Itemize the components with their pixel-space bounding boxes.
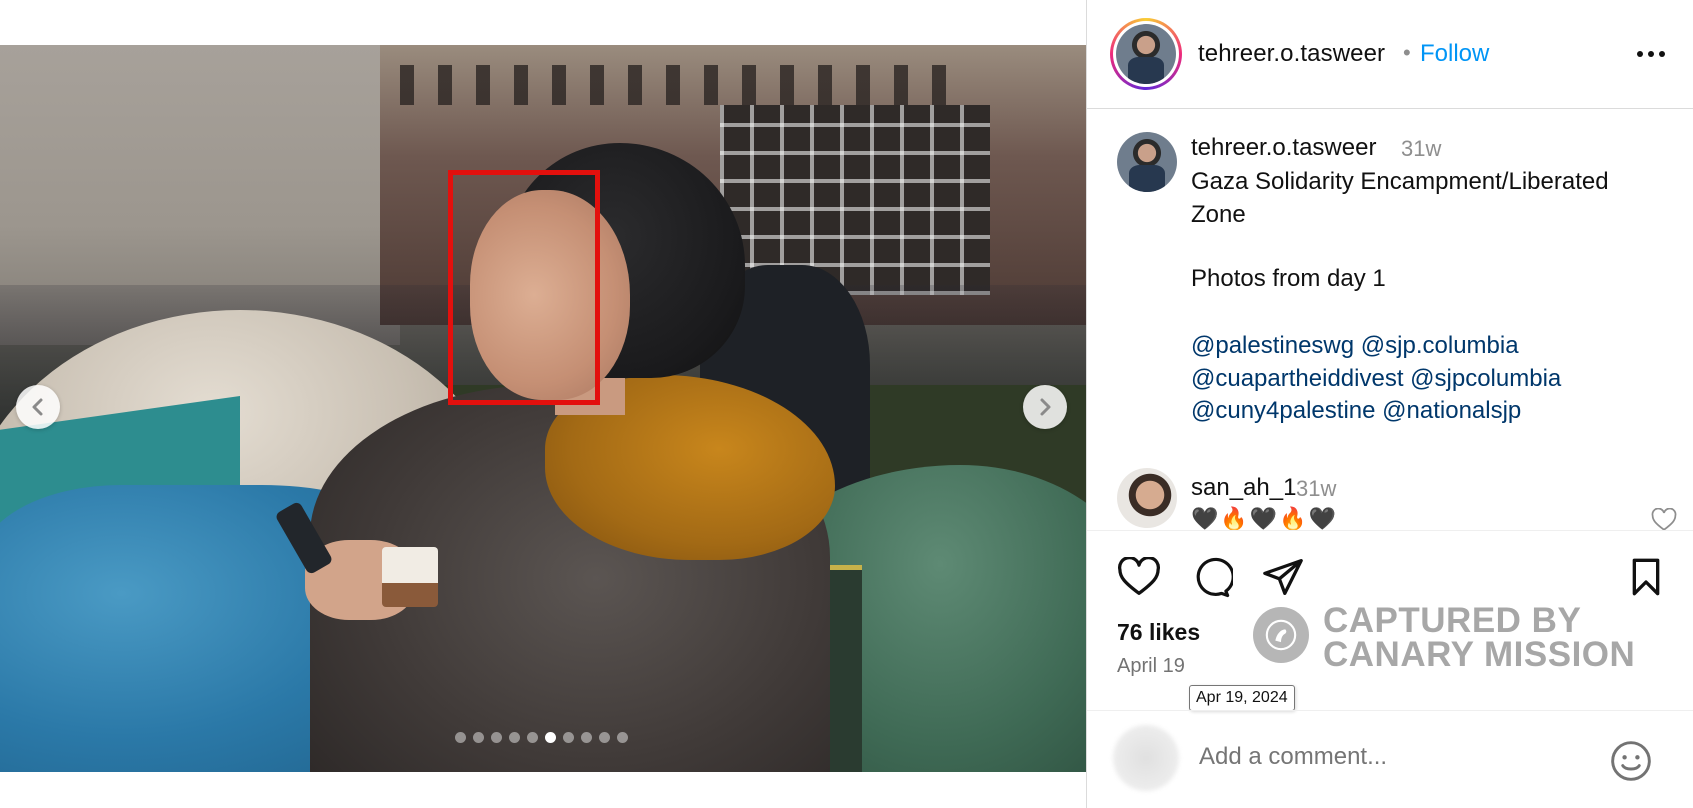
- caption-username[interactable]: tehreer.o.tasweer: [1191, 134, 1376, 162]
- caption-mentions: @palestineswg @sjp.columbia @cuapartheid…: [1191, 330, 1661, 428]
- carousel-dot: [581, 732, 592, 743]
- carousel-dot: [545, 732, 556, 743]
- author-avatar: [1116, 24, 1176, 84]
- comment-text: 🖤🔥🖤🔥🖤: [1191, 506, 1338, 530]
- caption-line: Photos from day 1: [1191, 265, 1386, 292]
- likes-count[interactable]: 76 likes: [1117, 619, 1200, 646]
- mention-link[interactable]: @cuapartheiddivest: [1191, 365, 1403, 392]
- commenter-avatar[interactable]: [1117, 468, 1177, 528]
- carousel-dot: [617, 732, 628, 743]
- more-options-icon[interactable]: [1631, 42, 1671, 66]
- header-separator: •: [1403, 40, 1411, 65]
- mention-link[interactable]: @sjp.columbia: [1361, 332, 1519, 359]
- carousel-dot: [473, 732, 484, 743]
- mention-link[interactable]: @cuny4palestine: [1191, 397, 1375, 424]
- face-highlight-box: [448, 170, 600, 405]
- canary-mission-watermark: CAPTURED BY CANARY MISSION: [1253, 595, 1636, 675]
- post-date[interactable]: April 19: [1117, 655, 1185, 678]
- paper-plane-icon[interactable]: [1261, 557, 1305, 597]
- comment-heart-icon[interactable]: [1651, 508, 1677, 530]
- carousel-dot: [527, 732, 538, 743]
- mention-link[interactable]: @sjpcolumbia: [1410, 365, 1561, 392]
- comment-bubble-icon[interactable]: [1189, 557, 1233, 599]
- carousel-dot: [563, 732, 574, 743]
- caption-text: Gaza Solidarity Encampment/Liberated Zon…: [1191, 166, 1661, 296]
- add-comment-input[interactable]: [1199, 743, 1599, 771]
- carousel-next-button[interactable]: [1023, 385, 1067, 429]
- watermark-line-2: CANARY MISSION: [1323, 635, 1636, 674]
- post-photo[interactable]: [0, 45, 1086, 772]
- date-tooltip: Apr 19, 2024: [1189, 685, 1295, 711]
- carousel-dots: [455, 732, 628, 743]
- chevron-right-icon: [1040, 398, 1051, 416]
- caption-and-comments[interactable]: tehreer.o.tasweer 31w Gaza Solidarity En…: [1087, 110, 1693, 530]
- caption-time[interactable]: 31w: [1401, 136, 1441, 162]
- mention-link[interactable]: @palestineswg: [1191, 332, 1354, 359]
- follow-button[interactable]: Follow: [1420, 40, 1489, 68]
- commenter-username[interactable]: san_ah_1: [1191, 474, 1296, 502]
- carousel-dot: [509, 732, 520, 743]
- photo-windows-row: [400, 65, 960, 105]
- bookmark-icon[interactable]: [1627, 557, 1665, 597]
- canary-logo: [1253, 607, 1309, 663]
- caption-author-avatar[interactable]: [1117, 132, 1177, 192]
- chevron-left-icon: [32, 398, 43, 416]
- caption-line: Gaza Solidarity Encampment/Liberated Zon…: [1191, 168, 1609, 228]
- carousel-dot: [455, 732, 466, 743]
- author-avatar-story-ring[interactable]: [1110, 18, 1182, 90]
- smiley-icon[interactable]: [1609, 739, 1653, 783]
- heart-icon[interactable]: [1117, 557, 1161, 597]
- photo-coffee-cup: [382, 547, 438, 607]
- post-details-panel: tehreer.o.tasweer • Follow tehreer.o.tas…: [1086, 0, 1693, 808]
- bird-icon: [1265, 619, 1297, 651]
- carousel-dot: [599, 732, 610, 743]
- current-user-avatar: [1113, 725, 1179, 791]
- comment-time[interactable]: 31w: [1296, 476, 1336, 502]
- author-username[interactable]: tehreer.o.tasweer: [1198, 40, 1385, 68]
- post-actions: 76 likes April 19 Apr 19, 2024 CAPTURED …: [1087, 530, 1693, 711]
- mention-link[interactable]: @nationalsjp: [1382, 397, 1521, 424]
- post-header: tehreer.o.tasweer • Follow: [1087, 0, 1693, 109]
- add-comment-bar: [1087, 710, 1693, 808]
- carousel-dot: [491, 732, 502, 743]
- carousel-prev-button[interactable]: [16, 385, 60, 429]
- media-column: [0, 0, 1086, 808]
